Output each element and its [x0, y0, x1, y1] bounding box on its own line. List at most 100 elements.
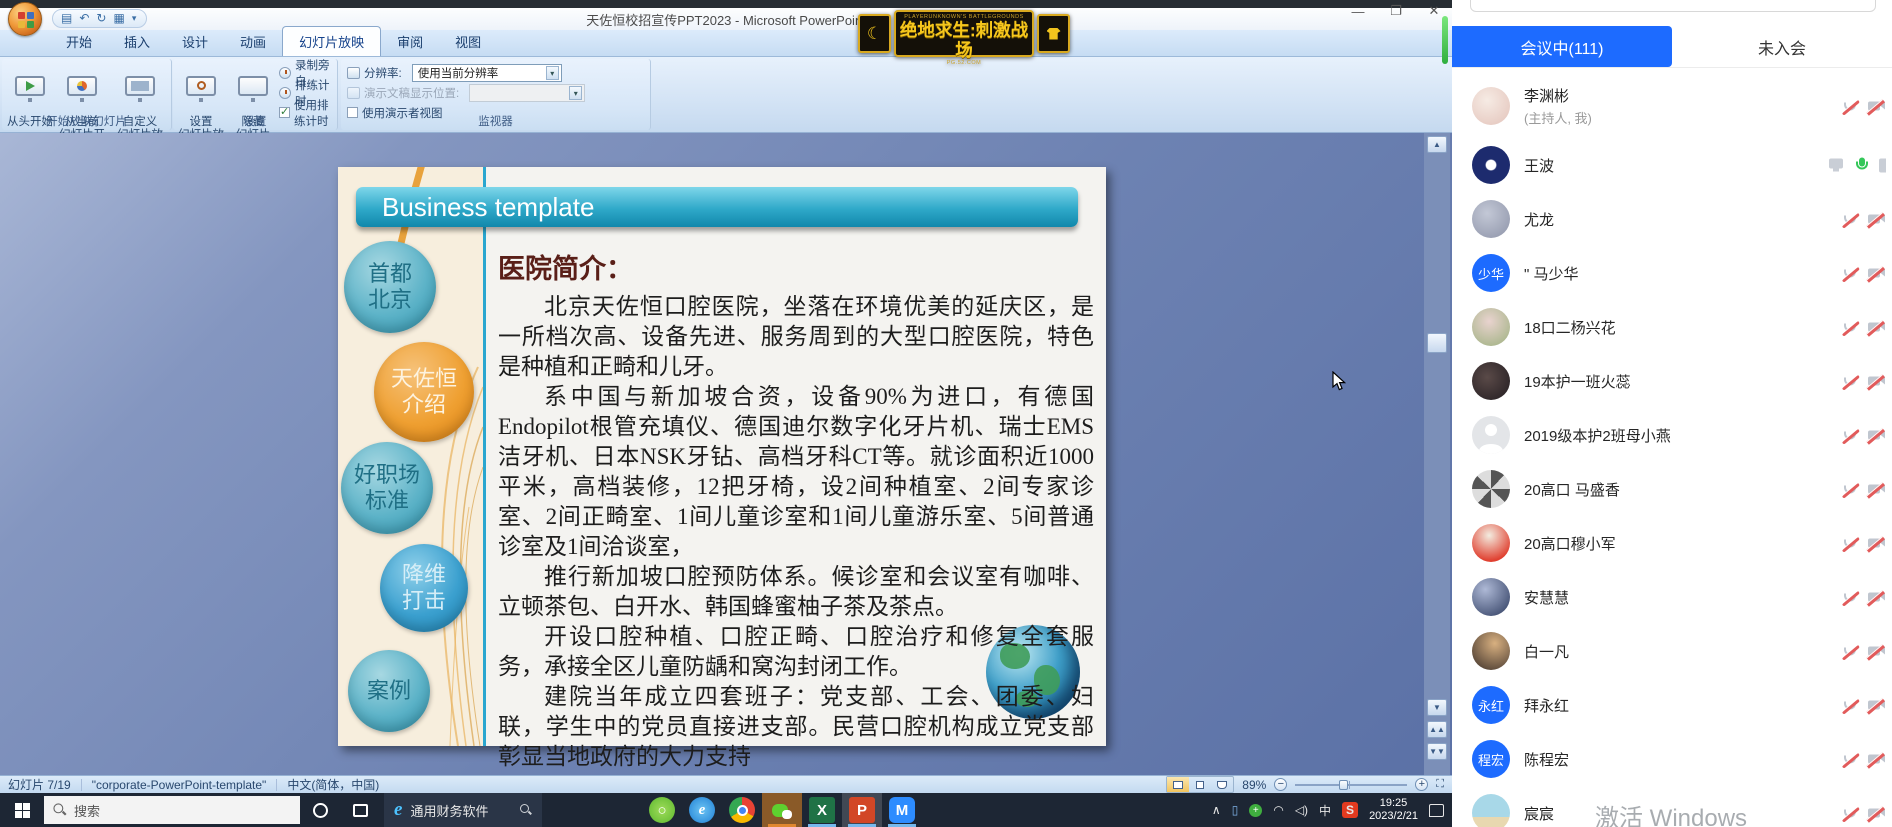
hide-slide-button[interactable]: 隐藏 幻灯片 [227, 63, 279, 142]
camera-off-icon[interactable] [1867, 265, 1886, 281]
task-view-button[interactable] [340, 793, 380, 827]
zoom-slider-thumb[interactable] [1339, 780, 1348, 790]
mic-muted-icon[interactable] [1842, 427, 1858, 444]
slide-canvas[interactable]: 首都 北京 天佐恒 介绍 好职场 标准 降维 打击 案例 Business te… [338, 167, 1106, 746]
game-ad-banner[interactable]: ☾ PLAYERUNKNOWN'S BATTLEGROUNDS 绝地求生:刺激战… [858, 9, 1070, 58]
screen-share-icon[interactable] [1828, 158, 1845, 173]
tray-expand-icon[interactable]: ∧ [1212, 803, 1221, 817]
zoom-level[interactable]: 89% [1242, 778, 1266, 792]
previous-slide-button[interactable]: ▲▲ [1427, 721, 1447, 738]
tab-review[interactable]: 审阅 [381, 27, 439, 56]
excel-button[interactable]: X [802, 793, 842, 827]
slide-scrollbar[interactable]: ▲ ▼ ▲▲ ▼▼ [1424, 133, 1450, 775]
taskbar-clock[interactable]: 19:25 2023/2/21 [1369, 797, 1418, 823]
custom-command-icon[interactable]: ▦ [113, 11, 124, 26]
camera-off-icon[interactable] [1867, 427, 1886, 443]
scroll-down-button[interactable]: ▼ [1427, 699, 1447, 716]
language-indicator[interactable]: 中文(简体，中国) [287, 776, 379, 793]
office-button[interactable] [8, 2, 42, 36]
wechat-button[interactable] [762, 793, 802, 827]
mic-muted-icon[interactable] [1842, 481, 1858, 498]
next-slide-button[interactable]: ▼▼ [1427, 743, 1447, 760]
sogou-icon[interactable]: S [1342, 802, 1358, 818]
mic-muted-icon[interactable] [1842, 265, 1858, 282]
participant-row[interactable]: 程宏 陈程宏 [1452, 732, 1892, 786]
mic-on-icon[interactable] [1854, 157, 1870, 174]
camera-off-icon[interactable] [1867, 589, 1886, 605]
mic-muted-icon[interactable] [1842, 643, 1858, 660]
participant-row[interactable]: 19本护一班火蕊 [1452, 354, 1892, 408]
participant-row[interactable]: 永红 拜永红 [1452, 678, 1892, 732]
maximize-button[interactable]: ❐ [1388, 3, 1404, 19]
nav-circle-tianzuoheng-intro[interactable]: 天佐恒 介绍 [374, 342, 474, 442]
camera-off-icon[interactable] [1867, 751, 1886, 767]
mic-muted-icon[interactable] [1842, 805, 1858, 822]
camera-off-icon[interactable] [1867, 535, 1886, 551]
tab-not-joined[interactable]: 未入会 [1672, 26, 1892, 67]
start-button[interactable] [0, 793, 44, 827]
meeting-app-button[interactable]: M [882, 793, 922, 827]
nav-circle-dimension-strike[interactable]: 降维 打击 [380, 544, 468, 632]
camera-off-icon[interactable] [1867, 697, 1886, 713]
chrome-button[interactable] [722, 793, 762, 827]
taskbar-search-input[interactable]: 搜索 [44, 796, 300, 824]
antivirus-icon[interactable]: + [1249, 804, 1262, 817]
camera-off-icon[interactable] [1867, 643, 1886, 659]
input-method-indicator[interactable]: 中 [1319, 802, 1331, 819]
participant-row[interactable]: 20高口穆小军 [1452, 516, 1892, 570]
tab-insert[interactable]: 插入 [108, 27, 166, 56]
participant-row[interactable]: 少华 " 马少华 [1452, 246, 1892, 300]
nav-circle-cases[interactable]: 案例 [348, 650, 430, 732]
tab-view[interactable]: 视图 [439, 27, 497, 56]
cortana-button[interactable] [300, 793, 340, 827]
slideshow-view-button[interactable] [1211, 777, 1233, 792]
tab-animations[interactable]: 动画 [224, 27, 282, 56]
fit-to-window-button[interactable]: ⛶ [1436, 778, 1444, 791]
participant-row[interactable]: 李渊彬 (主持人, 我) [1452, 74, 1892, 138]
participant-row[interactable]: 王波 [1452, 138, 1892, 192]
participant-row[interactable]: 尤龙 [1452, 192, 1892, 246]
save-icon[interactable]: ▤ [61, 11, 72, 26]
camera-off-icon[interactable] [1867, 211, 1886, 227]
tab-home[interactable]: 开始 [50, 27, 108, 56]
participant-search-input[interactable] [1470, 0, 1876, 12]
powerpoint-button[interactable]: P [842, 793, 882, 827]
tab-design[interactable]: 设计 [166, 27, 224, 56]
participant-row[interactable]: 18口二杨兴花 [1452, 300, 1892, 354]
participant-row[interactable]: 安慧慧 [1452, 570, 1892, 624]
undo-icon[interactable]: ↶ [79, 11, 89, 26]
mic-muted-icon[interactable] [1842, 98, 1858, 115]
mic-muted-icon[interactable] [1842, 697, 1858, 714]
qat-dropdown-icon[interactable]: ▾ [132, 11, 137, 26]
camera-off-icon[interactable] [1867, 481, 1886, 497]
resolution-dropdown[interactable]: 使用当前分辨率 ▾ [412, 64, 562, 82]
tab-in-meeting[interactable]: 会议中(111) [1452, 26, 1672, 67]
notification-center-icon[interactable] [1429, 804, 1444, 817]
ie-window-button[interactable]: e 通用财务软件 [384, 793, 542, 827]
browser-button[interactable]: e [682, 793, 722, 827]
volume-icon[interactable]: ◁) [1295, 803, 1308, 817]
mic-muted-icon[interactable] [1842, 589, 1858, 606]
participant-row[interactable]: 20高口 马盛香 [1452, 462, 1892, 516]
wifi-icon[interactable]: ◠ [1273, 803, 1283, 817]
participant-row[interactable]: 2019级本护2班母小燕 [1452, 408, 1892, 462]
nav-circle-good-workplace[interactable]: 好职场 标准 [341, 442, 433, 534]
mic-muted-icon[interactable] [1842, 373, 1858, 390]
mic-muted-icon[interactable] [1842, 319, 1858, 336]
minimize-button[interactable]: — [1350, 4, 1366, 19]
zoom-in-button[interactable]: + [1415, 778, 1428, 791]
scrollbar-thumb[interactable] [1427, 333, 1447, 353]
camera-off-icon[interactable] [1867, 373, 1886, 389]
zoom-slider[interactable] [1295, 784, 1407, 786]
normal-view-button[interactable] [1167, 777, 1189, 792]
mic-muted-icon[interactable] [1842, 751, 1858, 768]
scroll-up-button[interactable]: ▲ [1427, 136, 1447, 153]
camera-off-icon[interactable] [1867, 98, 1886, 114]
usb-icon[interactable]: ▯ [1232, 803, 1239, 817]
mic-muted-icon[interactable] [1842, 211, 1858, 228]
participant-row[interactable]: 白一凡 [1452, 624, 1892, 678]
nav-circle-capital-beijing[interactable]: 首都 北京 [344, 241, 436, 333]
close-button[interactable]: ✕ [1426, 3, 1442, 19]
mic-muted-icon[interactable] [1842, 535, 1858, 552]
360-browser-button[interactable]: ○ [642, 793, 682, 827]
